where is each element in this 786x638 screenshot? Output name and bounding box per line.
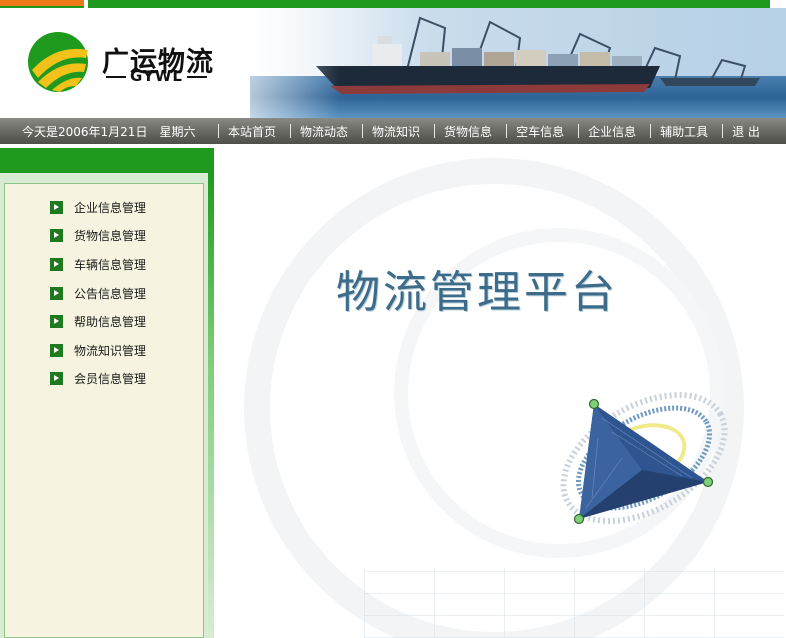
logo-dash-left [106, 75, 126, 78]
logo-subtitle: GYWL [102, 67, 211, 85]
sidebar-item-knowledge-management[interactable]: 物流知识管理 [50, 336, 146, 365]
arrow-right-icon [50, 229, 63, 243]
nav-underline [0, 144, 786, 147]
arrow-right-icon [50, 372, 63, 386]
nav-item-label: 物流动态 [300, 124, 349, 139]
sidebar-item-cargo-management[interactable]: 货物信息管理 [50, 222, 146, 251]
sidebar-item-label: 企业信息管理 [74, 200, 147, 215]
nav-item-tools[interactable]: 辅助工具 [650, 118, 722, 144]
header-banner: 广运物流 GYWL [0, 8, 786, 118]
sidebar-item-notice-management[interactable]: 公告信息管理 [50, 279, 146, 308]
background-grid-floor [364, 568, 784, 638]
platform-emblem-icon [560, 392, 728, 525]
nav-item-cargo-info[interactable]: 货物信息 [434, 118, 506, 144]
nav-item-company-info[interactable]: 企业信息 [578, 118, 650, 144]
main-content: 物流管理平台 [214, 148, 786, 638]
top-color-strip [0, 0, 786, 8]
nav-item-empty-truck-info[interactable]: 空车信息 [506, 118, 578, 144]
guangyun-logo-icon [28, 32, 88, 92]
sidebar-item-label: 帮助信息管理 [74, 315, 147, 330]
sidebar-item-label: 货物信息管理 [74, 229, 147, 244]
sidebar-item-company-management[interactable]: 企业信息管理 [50, 193, 146, 222]
arrow-right-icon [50, 200, 63, 214]
nav-divider [362, 124, 364, 138]
nav-item-home[interactable]: 本站首页 [218, 118, 290, 144]
logo-sub-text: GYWL [130, 67, 183, 85]
arrow-right-icon [50, 257, 63, 271]
nav-divider [578, 124, 580, 138]
sidebar-header-bar [0, 148, 214, 173]
nav-item-label: 企业信息 [588, 124, 637, 139]
nav-divider [434, 124, 436, 138]
page-title: 物流管理平台 [336, 267, 618, 318]
nav-item-logistics-knowledge[interactable]: 物流知识 [362, 118, 434, 144]
nav-item-label: 货物信息 [444, 124, 493, 139]
nav-divider [722, 124, 724, 138]
sidebar-item-label: 会员信息管理 [74, 372, 147, 387]
sidebar-item-vehicle-management[interactable]: 车辆信息管理 [50, 250, 146, 279]
orange-accent-bar [0, 0, 84, 6]
nav-divider [506, 124, 508, 138]
top-navbar: 今天是2006年1月21日 星期六 本站首页 物流动态 物流知识 货物信息 空车… [0, 118, 786, 144]
sidebar-item-member-management[interactable]: 会员信息管理 [50, 365, 146, 394]
sidebar-item-label: 车辆信息管理 [74, 257, 147, 272]
arrow-right-icon [50, 343, 63, 357]
current-date: 今天是2006年1月21日 星期六 [22, 125, 196, 139]
nav-item-label: 本站首页 [228, 124, 277, 139]
strip-right-end [770, 0, 786, 8]
strip-separator [84, 0, 88, 8]
nav-divider [290, 124, 292, 138]
arrow-right-icon [50, 315, 63, 329]
sidebar-item-help-management[interactable]: 帮助信息管理 [50, 307, 146, 336]
nav-item-logistics-news[interactable]: 物流动态 [290, 118, 362, 144]
nav-links: 本站首页 物流动态 物流知识 货物信息 空车信息 企业信息 辅助工具 退 出 [218, 118, 774, 144]
nav-divider [650, 124, 652, 138]
nav-item-logout[interactable]: 退 出 [722, 118, 774, 144]
arrow-right-icon [50, 286, 63, 300]
logo-dash-right [186, 75, 207, 78]
sidebar-item-label: 物流知识管理 [74, 343, 147, 358]
sidebar-menu: 企业信息管理 货物信息管理 车辆信息管理 公告信息管理 帮助信息管理 物流知识管… [50, 193, 146, 393]
nav-item-label: 退 出 [732, 124, 760, 139]
nav-item-label: 物流知识 [372, 124, 421, 139]
nav-item-label: 空车信息 [516, 124, 565, 139]
nav-item-label: 辅助工具 [660, 124, 709, 139]
banner-fade [200, 8, 340, 118]
sidebar-item-label: 公告信息管理 [74, 286, 147, 301]
nav-divider [218, 124, 219, 138]
